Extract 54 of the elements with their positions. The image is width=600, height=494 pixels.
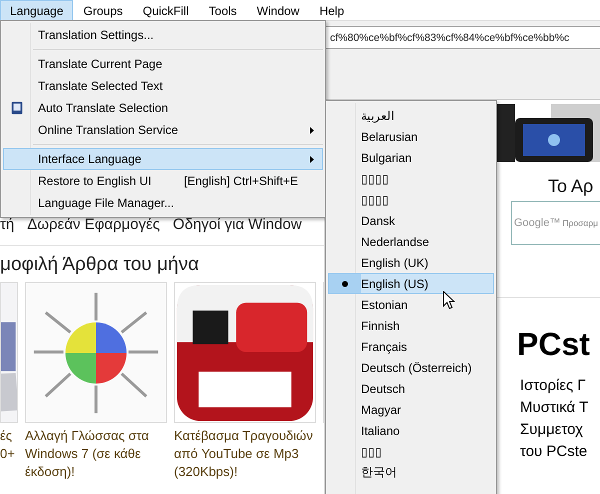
section-heading: Το Αρ [547, 175, 594, 198]
menu-item[interactable]: Restore to English UI [English] Ctrl+Shift+E [3, 170, 323, 192]
menu-item[interactable]: 한국어 [328, 462, 494, 483]
menu-item[interactable]: Auto Translate Selection [3, 97, 323, 119]
article-title[interactable]: Κατέβασμα Τραγουδιών [174, 427, 316, 445]
menu-item[interactable]: English (UK) [328, 252, 494, 273]
menu-item[interactable]: Estonian [328, 294, 494, 315]
menu-item[interactable]: Italiano [328, 420, 494, 441]
menu-item[interactable]: Magyar [328, 399, 494, 420]
article-title[interactable]: από YouTube σε Mp3 [174, 445, 316, 463]
nav-link[interactable]: Δωρεάν Εφαρμογές [27, 216, 160, 233]
menu-item[interactable]: Deutsch (Österreich) [328, 357, 494, 378]
menu-bar-item[interactable]: Groups [73, 0, 133, 22]
side-link[interactable]: Ιστορίες Γ [497, 375, 600, 397]
menu-bar-item[interactable]: Language [0, 0, 74, 22]
article-title[interactable]: Αλλαγή Γλώσσας στα [25, 427, 167, 445]
site-title: PCst [516, 326, 591, 363]
menu-item[interactable]: Language File Manager... [3, 192, 323, 214]
menu-item[interactable]: ▯▯▯▯ [328, 189, 494, 210]
section-heading: μοφιλή Άρθρα του μήνα [0, 253, 200, 277]
menu-item[interactable]: ▯▯▯▯ [328, 168, 494, 189]
menu-item[interactable]: Bulgarian [328, 147, 494, 168]
menu-bar-item[interactable]: QuickFill [132, 0, 199, 22]
menu-item[interactable]: Nederlandse [328, 231, 494, 252]
article-title[interactable]: ές [0, 427, 18, 445]
article-title[interactable]: 0+ [0, 445, 18, 463]
search-field[interactable]: Google™ Προσαρμ [511, 201, 600, 245]
menu-bar-item[interactable]: Tools [198, 0, 247, 22]
menu-item[interactable]: Translation Settings... [3, 24, 323, 46]
nav-link[interactable]: τή [0, 216, 14, 233]
menu-item[interactable]: Translate Current Page [3, 53, 323, 75]
menu-item[interactable]: Dansk [328, 210, 494, 231]
menu-item[interactable]: Finnish [328, 315, 494, 336]
menu-item[interactable]: العربية [328, 105, 494, 126]
menu-item[interactable]: Interface Language [3, 148, 323, 170]
mouse-cursor-icon [443, 291, 455, 310]
article-title[interactable]: (320Kbps)! [174, 463, 316, 481]
side-link[interactable]: Συμμετοχ [497, 419, 600, 441]
side-link[interactable]: Μυστικά Τ [497, 397, 600, 419]
menu-item[interactable]: Français [328, 336, 494, 357]
address-field[interactable]: cf%80%ce%bf%cf%83%cf%84%ce%bf%ce%bb%c [325, 26, 600, 49]
menu-bar-item[interactable]: Help [309, 0, 354, 22]
menu-item[interactable]: English (US) [328, 273, 494, 294]
radio-bullet-icon [342, 280, 348, 286]
menu-item[interactable]: ▯▯▯ [328, 441, 494, 462]
menu-item[interactable]: Deutsch [328, 378, 494, 399]
side-link[interactable]: του PCste [497, 441, 600, 463]
menu-item[interactable]: Belarusian [328, 126, 494, 147]
menu-item[interactable]: Online Translation Service [3, 119, 323, 141]
nav-link[interactable]: Οδηγοί για Window [172, 216, 302, 233]
menu-item[interactable]: Translate Selected Text [3, 75, 323, 97]
menu-bar-item[interactable]: Window [246, 0, 310, 22]
article-title[interactable]: Windows 7 (σε κάθε [25, 445, 167, 463]
article-title[interactable]: έκδοση)! [25, 463, 167, 481]
